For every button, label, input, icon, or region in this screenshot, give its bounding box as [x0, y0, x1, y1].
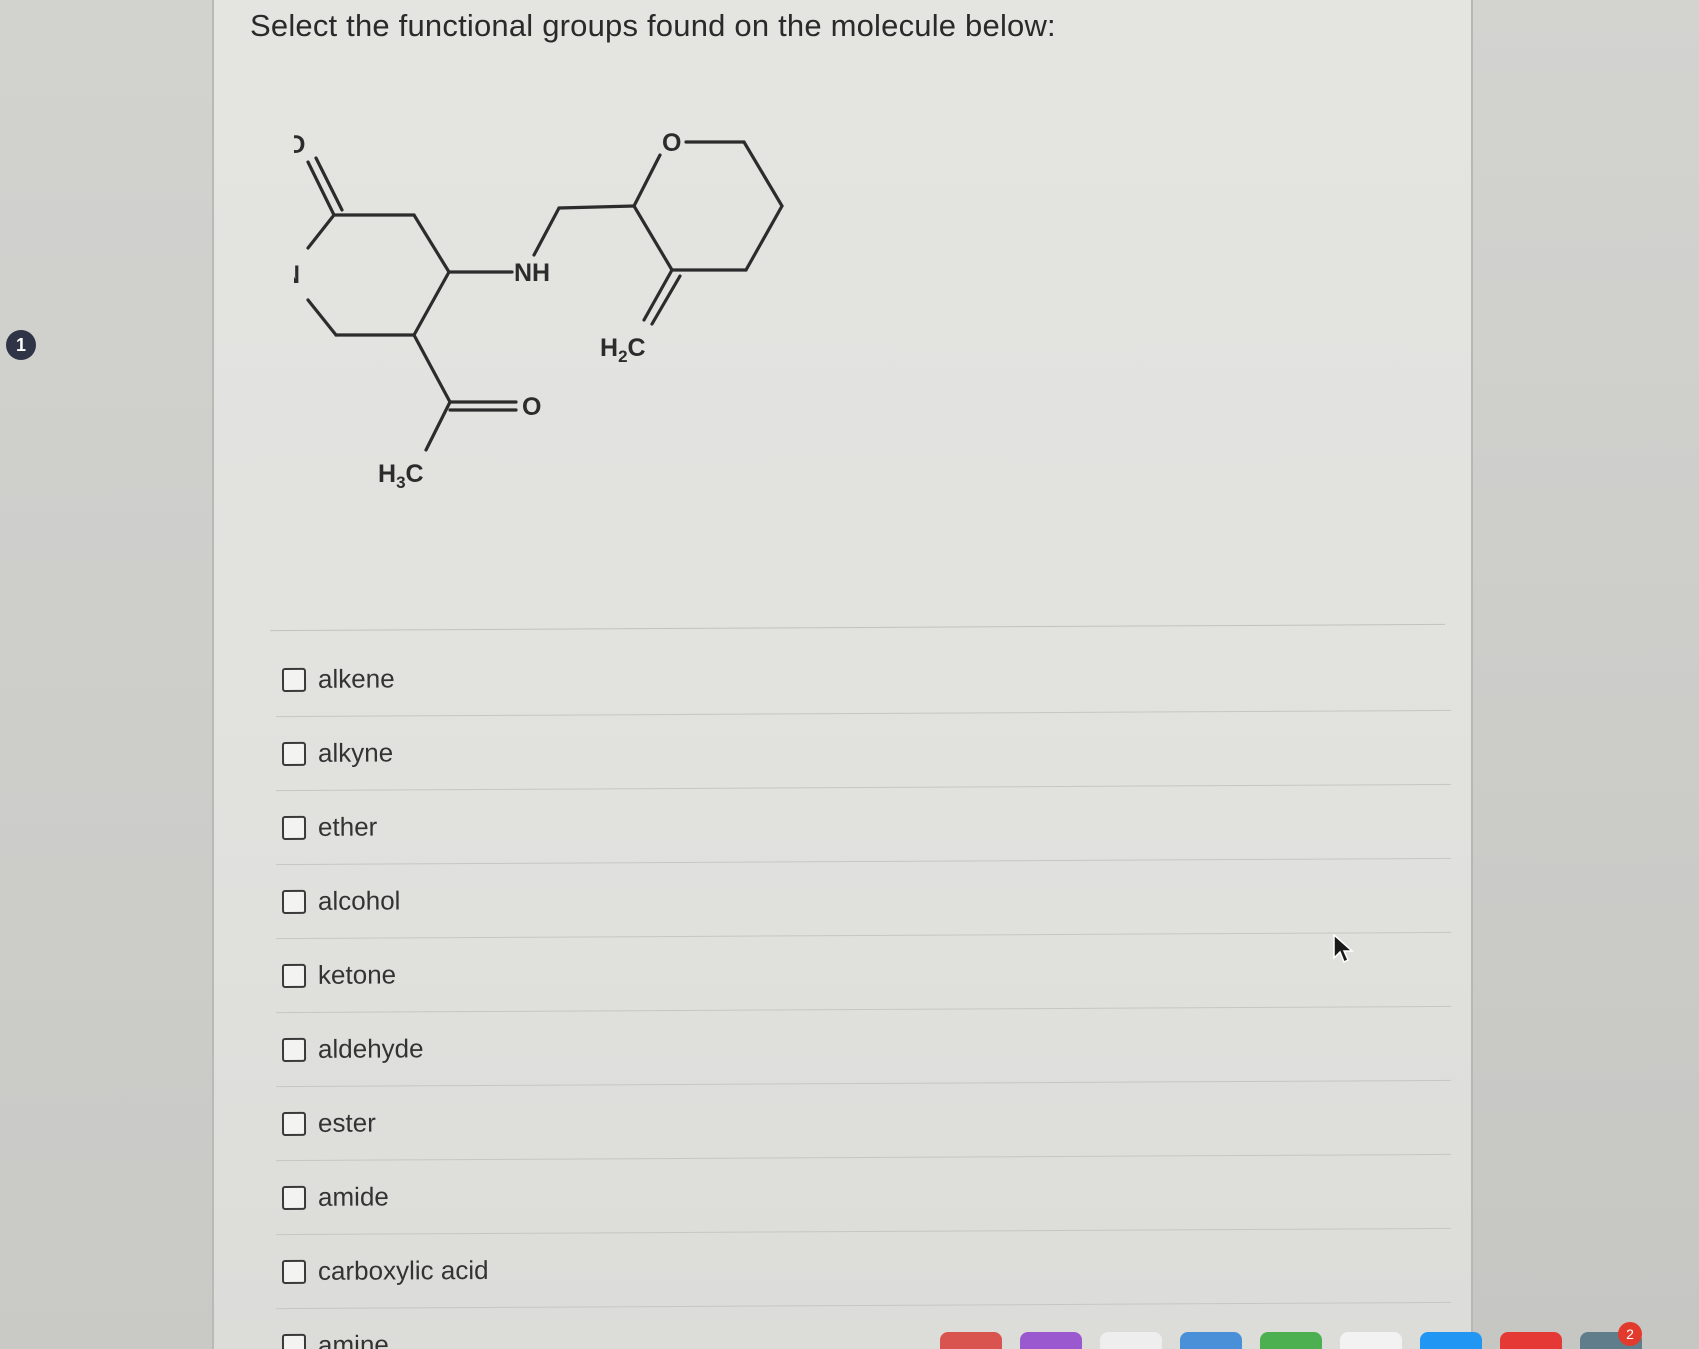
bond	[557, 204, 636, 210]
dock-app-icon[interactable]	[940, 1332, 1002, 1349]
molecule-structure: O HN NH O O H3C H2C	[264, 120, 1034, 560]
dock-app-icon[interactable]	[1420, 1332, 1482, 1349]
dock	[940, 1326, 1699, 1349]
left-gutter: 1	[0, 0, 214, 1349]
bond	[424, 400, 452, 452]
checkbox[interactable]	[281, 741, 307, 766]
checkbox[interactable]	[281, 1333, 307, 1349]
option-amide[interactable]: amide	[275, 1154, 1452, 1236]
option-label: ketone	[317, 959, 397, 990]
dock-app-icon[interactable]	[1500, 1332, 1562, 1349]
bond	[412, 333, 452, 404]
checkbox[interactable]	[281, 1111, 307, 1136]
dock-app-icon[interactable]	[1260, 1332, 1322, 1349]
checkbox[interactable]	[281, 815, 307, 840]
checkbox[interactable]	[281, 667, 307, 692]
right-gutter	[1471, 0, 1699, 1349]
option-label: carboxylic acid	[317, 1254, 489, 1286]
dock-app-icon[interactable]	[1340, 1332, 1402, 1349]
options-top-divider	[270, 623, 1445, 632]
checkbox[interactable]	[281, 889, 307, 914]
option-label: aldehyde	[317, 1033, 424, 1064]
option-label: alkyne	[317, 737, 394, 768]
checkbox[interactable]	[281, 1259, 307, 1284]
bond	[412, 213, 451, 274]
mouse-cursor-icon	[1333, 934, 1354, 964]
bond	[532, 206, 561, 257]
bond	[412, 270, 451, 337]
option-alkyne[interactable]: alkyne	[275, 710, 1452, 792]
atom-label-hn: HN	[294, 261, 300, 289]
option-label: amine	[317, 1329, 389, 1349]
dock-app-icon[interactable]	[1100, 1332, 1162, 1349]
atom-label-o-ring: O	[662, 129, 681, 157]
question-panel: Select the functional groups found on th…	[214, 0, 1471, 1349]
option-label: amide	[317, 1181, 389, 1212]
atom-label-o-ketone: O	[522, 393, 541, 421]
option-label: alkene	[317, 663, 395, 694]
bond	[632, 153, 662, 208]
dock-app-icon[interactable]	[1180, 1332, 1242, 1349]
checkbox[interactable]	[281, 963, 307, 988]
option-carboxylic-acid[interactable]: carboxylic acid	[275, 1228, 1452, 1310]
bond	[306, 213, 336, 250]
option-label: alcohol	[317, 885, 401, 916]
bond	[744, 204, 784, 272]
atom-label-h2c: H2C	[600, 334, 646, 366]
bond	[632, 204, 674, 272]
question-prompt: Select the functional groups found on th…	[250, 8, 1056, 43]
atom-label-o-lactam: O	[294, 131, 305, 159]
option-alcohol[interactable]: alcohol	[275, 858, 1452, 940]
option-label: ester	[317, 1107, 376, 1138]
notification-badge: 2	[1618, 1322, 1642, 1346]
checkbox[interactable]	[281, 1185, 307, 1210]
option-label: ether	[317, 811, 378, 842]
atom-label-h3c: H3C	[378, 460, 424, 492]
bond	[306, 298, 338, 337]
option-alkene[interactable]: alkene	[275, 636, 1452, 718]
checkbox[interactable]	[281, 1037, 307, 1062]
screen: 1 Select the functional groups found on …	[0, 0, 1699, 1349]
option-ether[interactable]: ether	[275, 784, 1452, 866]
question-number-badge: 1	[6, 330, 36, 360]
options-list: alkene alkyne ether alcohol ketone aldehyde es…	[275, 636, 1452, 1349]
option-ketone[interactable]: ketone	[275, 932, 1452, 1014]
bond	[742, 140, 784, 208]
option-ester[interactable]: ester	[275, 1080, 1452, 1162]
dock-app-icon[interactable]	[1020, 1332, 1082, 1349]
atom-label-nh: NH	[514, 259, 550, 287]
molecule-svg: O HN NH O O H3C H2C	[264, 129, 784, 492]
option-aldehyde[interactable]: aldehyde	[275, 1006, 1452, 1088]
